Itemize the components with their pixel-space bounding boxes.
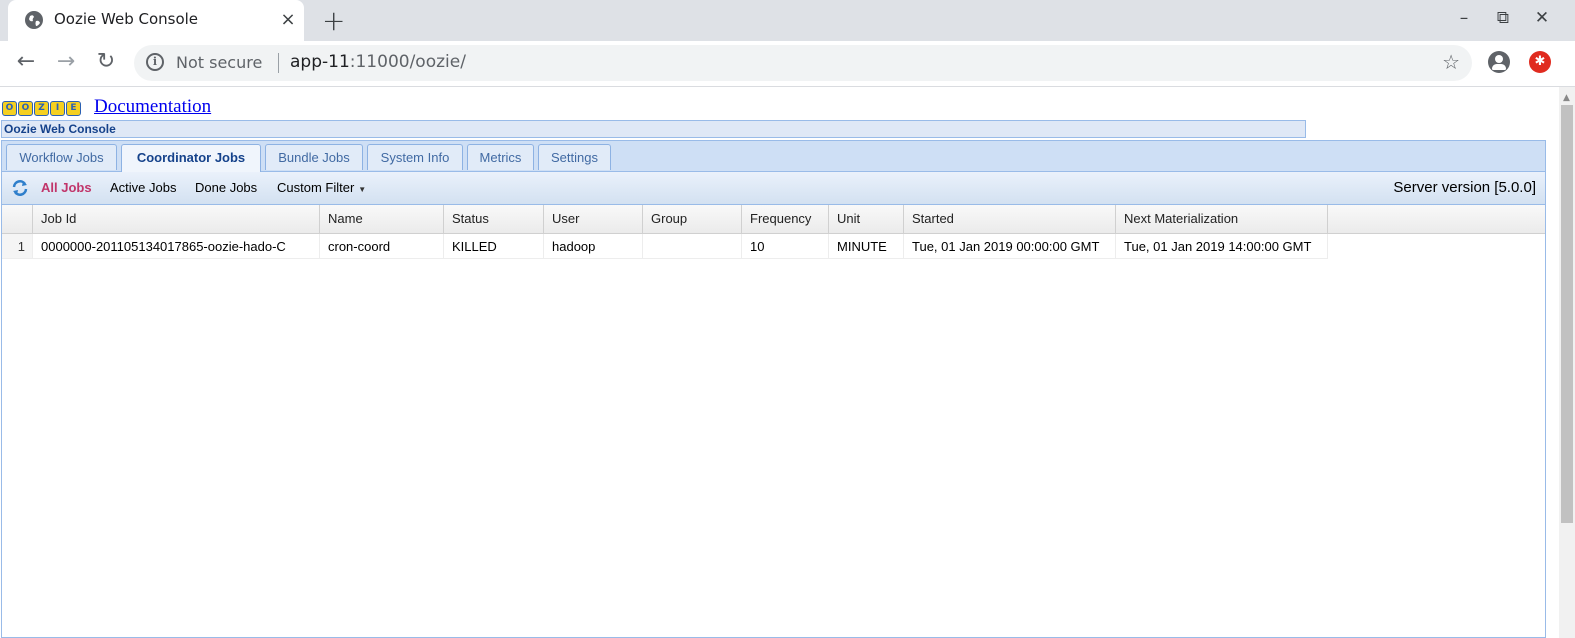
- logo-letter: Z: [34, 101, 49, 116]
- tab-system-info[interactable]: System Info: [367, 144, 463, 170]
- job-filter-toolbar: All Jobs Active Jobs Done Jobs Custom Fi…: [2, 172, 1545, 205]
- documentation-link[interactable]: Documentation: [94, 96, 211, 118]
- column-header[interactable]: Group: [643, 205, 742, 233]
- new-tab-button[interactable]: +: [322, 4, 345, 37]
- server-version: Server version [5.0.0]: [1393, 179, 1536, 196]
- page-viewport: OOZIE Documentation Oozie Web Console Wo…: [0, 87, 1575, 638]
- name-cell: cron-coord: [320, 234, 444, 259]
- tab-settings[interactable]: Settings: [538, 144, 611, 170]
- column-header[interactable]: Job Id: [33, 205, 320, 233]
- column-header[interactable]: User: [544, 205, 643, 233]
- tab-coordinator-jobs[interactable]: Coordinator Jobs: [121, 144, 261, 172]
- reload-icon[interactable]: ↻: [92, 49, 120, 74]
- done-jobs-button[interactable]: Done Jobs: [195, 180, 257, 195]
- security-label[interactable]: Not secure: [176, 53, 262, 72]
- tab-bar: Workflow Jobs Coordinator Jobs Bundle Jo…: [2, 141, 1545, 172]
- column-header[interactable]: Started: [904, 205, 1116, 233]
- omnibox-divider: [278, 53, 279, 73]
- url-host: app-11: [290, 52, 350, 72]
- custom-filter-button[interactable]: Custom Filter ▼: [277, 180, 366, 195]
- main-panel: Workflow Jobs Coordinator Jobs Bundle Jo…: [1, 140, 1546, 638]
- url-text[interactable]: app-11:11000/oozie/: [290, 52, 466, 72]
- vertical-scrollbar[interactable]: ▲: [1559, 87, 1575, 638]
- browser-tab[interactable]: Oozie Web Console ×: [8, 0, 304, 41]
- tab-close-icon[interactable]: ×: [278, 9, 298, 30]
- all-jobs-button[interactable]: All Jobs: [41, 180, 92, 195]
- profile-icon[interactable]: [1488, 51, 1510, 73]
- address-bar[interactable]: i Not secure app-11:11000/oozie/ ☆: [134, 45, 1472, 81]
- tab-metrics[interactable]: Metrics: [467, 144, 534, 170]
- started-cell: Tue, 01 Jan 2019 00:00:00 GMT: [904, 234, 1116, 259]
- active-jobs-button[interactable]: Active Jobs: [110, 180, 176, 195]
- globe-icon: [25, 11, 43, 29]
- browser-toolbar: ← → ↻ i Not secure app-11:11000/oozie/ ☆…: [0, 41, 1575, 87]
- table-header: Job Id Name Status User Group Frequency …: [2, 205, 1545, 234]
- restore-icon[interactable]: ⧉: [1488, 8, 1518, 28]
- oozie-logo: OOZIE: [2, 95, 90, 116]
- status-cell: KILLED: [444, 234, 544, 259]
- group-cell: [643, 234, 742, 259]
- custom-filter-label: Custom Filter: [277, 180, 355, 195]
- tab-title: Oozie Web Console: [54, 10, 199, 28]
- scrollbar-thumb[interactable]: [1561, 105, 1573, 523]
- back-icon[interactable]: ←: [12, 49, 40, 74]
- tab-bundle-jobs[interactable]: Bundle Jobs: [265, 144, 363, 170]
- url-path: :11000/oozie/: [349, 52, 466, 72]
- bookmark-star-icon[interactable]: ☆: [1442, 50, 1460, 74]
- extension-icon[interactable]: ✱: [1529, 51, 1551, 73]
- next-materialization-cell: Tue, 01 Jan 2019 14:00:00 GMT: [1116, 234, 1328, 259]
- logo-letter: I: [50, 101, 65, 116]
- row-number: 1: [2, 234, 33, 259]
- logo-letter: E: [66, 101, 81, 116]
- user-cell: hadoop: [544, 234, 643, 259]
- column-header[interactable]: Next Materialization: [1116, 205, 1328, 233]
- console-title: Oozie Web Console: [1, 120, 1306, 138]
- browser-tabstrip: Oozie Web Console × + – ⧉ ✕: [0, 0, 1575, 41]
- frequency-cell: 10: [742, 234, 829, 259]
- column-header[interactable]: Frequency: [742, 205, 829, 233]
- refresh-icon[interactable]: [11, 179, 29, 197]
- logo-letter: O: [18, 101, 33, 116]
- forward-icon[interactable]: →: [52, 49, 80, 74]
- logo-letter: O: [2, 101, 17, 116]
- close-window-icon[interactable]: ✕: [1527, 8, 1557, 28]
- tab-workflow-jobs[interactable]: Workflow Jobs: [6, 144, 117, 170]
- column-header[interactable]: Unit: [829, 205, 904, 233]
- unit-cell: MINUTE: [829, 234, 904, 259]
- column-header[interactable]: Status: [444, 205, 544, 233]
- info-icon[interactable]: i: [146, 53, 164, 71]
- scroll-up-icon[interactable]: ▲: [1563, 93, 1570, 103]
- chevron-down-icon: ▼: [358, 185, 367, 194]
- row-number-header: [2, 205, 33, 233]
- minimize-icon[interactable]: –: [1449, 8, 1479, 28]
- column-header[interactable]: Name: [320, 205, 444, 233]
- job-id-cell[interactable]: 0000000-201105134017865-oozie-hado-C: [33, 234, 320, 259]
